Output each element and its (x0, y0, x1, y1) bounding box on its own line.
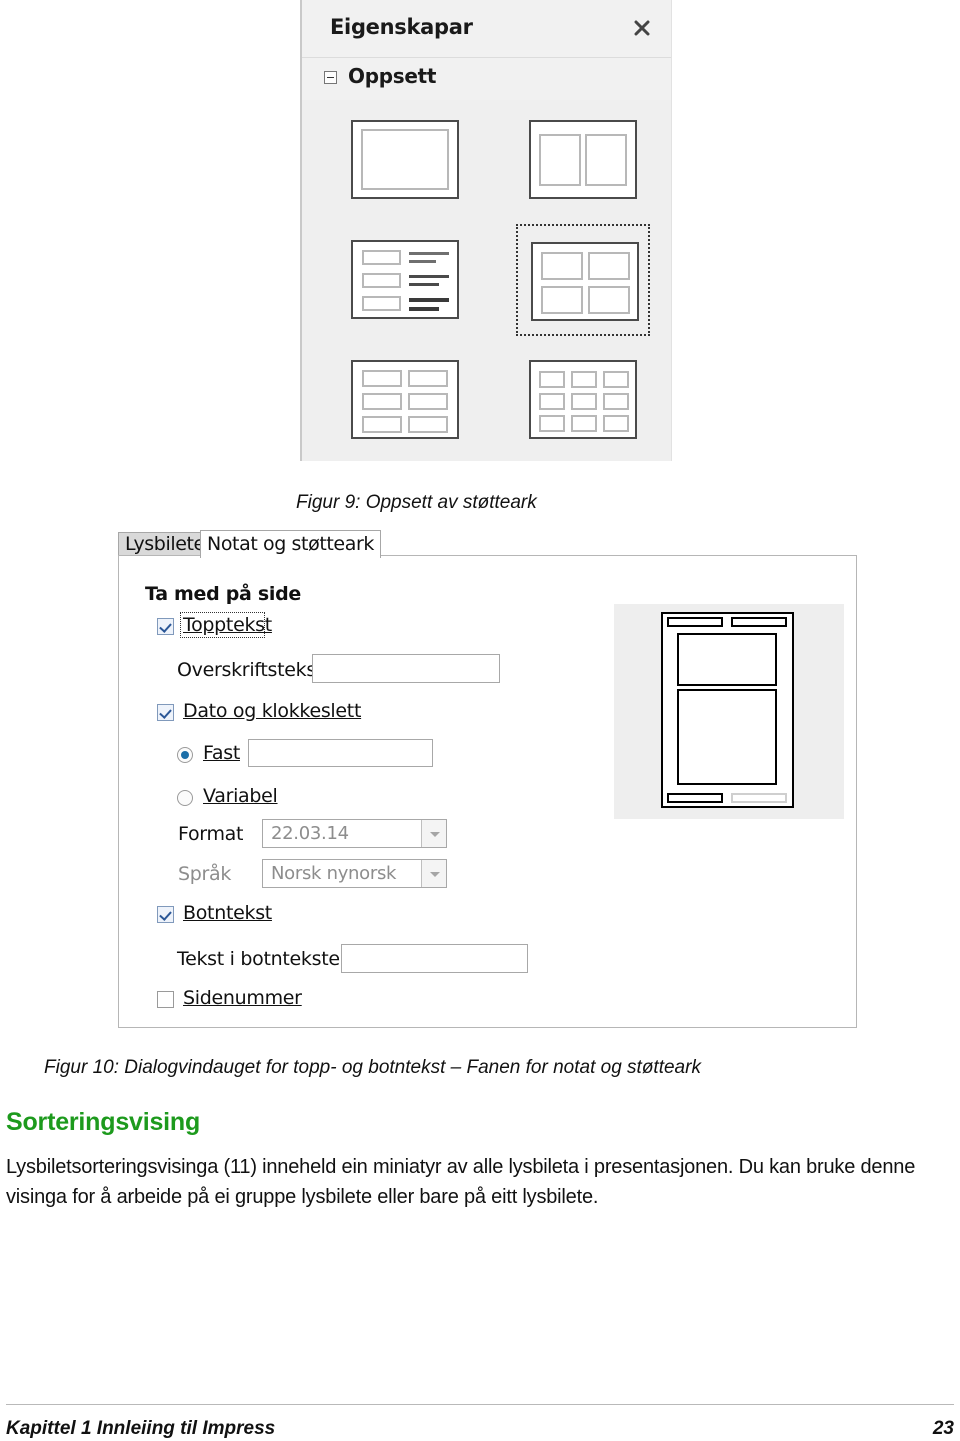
footer-page-number: 23 (932, 1418, 954, 1439)
layout-region (603, 415, 629, 432)
label-sidenummer: Sidenummer (183, 987, 302, 1009)
preview-notes-area (677, 689, 777, 785)
layout-option-list-text[interactable] (344, 230, 466, 328)
section-label: Oppsett (348, 64, 437, 88)
preview-header-right (731, 617, 787, 627)
radio-variabel[interactable] (177, 790, 193, 806)
panel-titlebar: Eigenskapar (302, 0, 671, 58)
label-sprak: Språk (178, 863, 232, 885)
tab-lysbilete[interactable]: Lysbilete (118, 532, 212, 556)
layout-region (541, 252, 583, 280)
checkbox-topptekst[interactable] (157, 618, 174, 635)
layout-option-nine-content[interactable] (522, 350, 644, 448)
layout-thumbnail (529, 120, 637, 199)
layout-region (408, 416, 448, 433)
radio-fast[interactable] (177, 747, 193, 763)
layout-region (362, 393, 402, 410)
layout-thumbnail (351, 360, 459, 439)
checkbox-botntekst[interactable] (157, 906, 174, 923)
preview-header-left (667, 617, 723, 627)
label-variabel: Variabel (203, 785, 278, 807)
preview-page (661, 612, 794, 808)
layout-text-line (409, 252, 449, 255)
label-topptekst: Topptekst (183, 614, 272, 636)
label-dato-og-klokkeslett: Dato og klokkeslett (183, 700, 362, 722)
body-paragraph: Lysbiletsorteringsvisinga (11) inneheld … (6, 1156, 916, 1208)
chevron-down-icon[interactable] (421, 820, 446, 847)
checkbox-dato-og-klokkeslett[interactable] (157, 704, 174, 721)
input-tekst-i-botnteksten[interactable] (341, 944, 528, 973)
layout-region (539, 371, 565, 388)
section-heading: Sorteringsvising (6, 1108, 201, 1136)
dialog-tab-page: Ta med på side Topptekst Overskriftsteks… (118, 555, 857, 1028)
layout-option-four-content[interactable] (516, 224, 650, 336)
tab-notat-og-stotteark[interactable]: Notat og støtteark (200, 530, 381, 558)
layout-region (408, 370, 448, 387)
layout-region (539, 415, 565, 432)
properties-panel: Eigenskapar Oppsett (300, 0, 672, 461)
layout-region (585, 134, 627, 186)
layout-region (362, 370, 402, 387)
footer-divider (6, 1404, 954, 1405)
layout-region (588, 252, 630, 280)
label-format: Format (178, 823, 244, 845)
layout-option-blank[interactable] (344, 110, 466, 208)
chevron-down-icon[interactable] (421, 860, 446, 887)
layout-region (539, 134, 581, 186)
checkbox-sidenummer[interactable] (157, 991, 174, 1008)
figure-9-caption: Figur 9: Oppsett av støtteark (296, 492, 537, 513)
layout-gallery (302, 100, 671, 461)
layout-region (603, 371, 629, 388)
layout-text-line (409, 298, 449, 302)
layout-region (603, 393, 629, 410)
layout-region (571, 415, 597, 432)
layout-region (362, 416, 402, 433)
layout-region (541, 286, 583, 314)
layout-thumbnail (531, 242, 639, 321)
layout-text-line (409, 307, 439, 311)
layout-region (408, 393, 448, 410)
figure-10-dialog: Lysbilete Notat og støtteark Ta med på s… (105, 530, 857, 1028)
figure-10-caption: Figur 10: Dialogvindauget for topp- og b… (44, 1057, 701, 1078)
layout-text-line (409, 275, 449, 278)
layout-region (588, 286, 630, 314)
combo-sprak[interactable]: Norsk nynorsk (262, 859, 447, 888)
layout-text-line (409, 283, 439, 286)
layout-option-two-content[interactable] (522, 110, 644, 208)
layout-region (362, 273, 401, 288)
layout-region (571, 371, 597, 388)
label-overskriftstekst: Overskriftstekst: (177, 659, 330, 681)
layout-region (362, 250, 401, 265)
layout-region (571, 393, 597, 410)
dialog-tabstrip: Lysbilete Notat og støtteark (105, 530, 857, 558)
combo-sprak-value: Norsk nynorsk (271, 863, 397, 884)
panel-title: Eigenskapar (330, 15, 473, 39)
layout-region (361, 129, 449, 190)
layout-text-line (409, 260, 436, 263)
close-icon[interactable] (631, 17, 653, 39)
layout-thumbnail (351, 120, 459, 199)
label-botntekst: Botntekst (183, 902, 272, 924)
layout-region (362, 296, 401, 311)
layout-region (539, 393, 565, 410)
label-fast: Fast (203, 742, 240, 764)
section-header-oppsett[interactable]: Oppsett (302, 57, 671, 100)
group-title-ta-med-pa-side: Ta med på side (145, 583, 301, 605)
input-overskriftstekst[interactable] (312, 654, 500, 683)
label-tekst-i-botnteksten: Tekst i botnteksten: (177, 948, 358, 970)
preview-slide-area (677, 633, 777, 686)
layout-thumbnail (351, 240, 459, 319)
combo-format[interactable]: 22.03.14 (262, 819, 447, 848)
footer-chapter-label: Kapittel 1 Innleiing til Impress (6, 1418, 276, 1439)
preview-footer-right (731, 793, 787, 803)
collapse-expander-icon[interactable] (324, 71, 337, 84)
combo-format-value: 22.03.14 (271, 823, 349, 844)
layout-option-six-content[interactable] (344, 350, 466, 448)
figure-9-properties-panel: Eigenskapar Oppsett (296, 0, 676, 463)
preview-footer-left (667, 793, 723, 803)
page-preview (614, 604, 844, 819)
layout-thumbnail (529, 360, 637, 439)
input-fast-date[interactable] (248, 739, 433, 767)
